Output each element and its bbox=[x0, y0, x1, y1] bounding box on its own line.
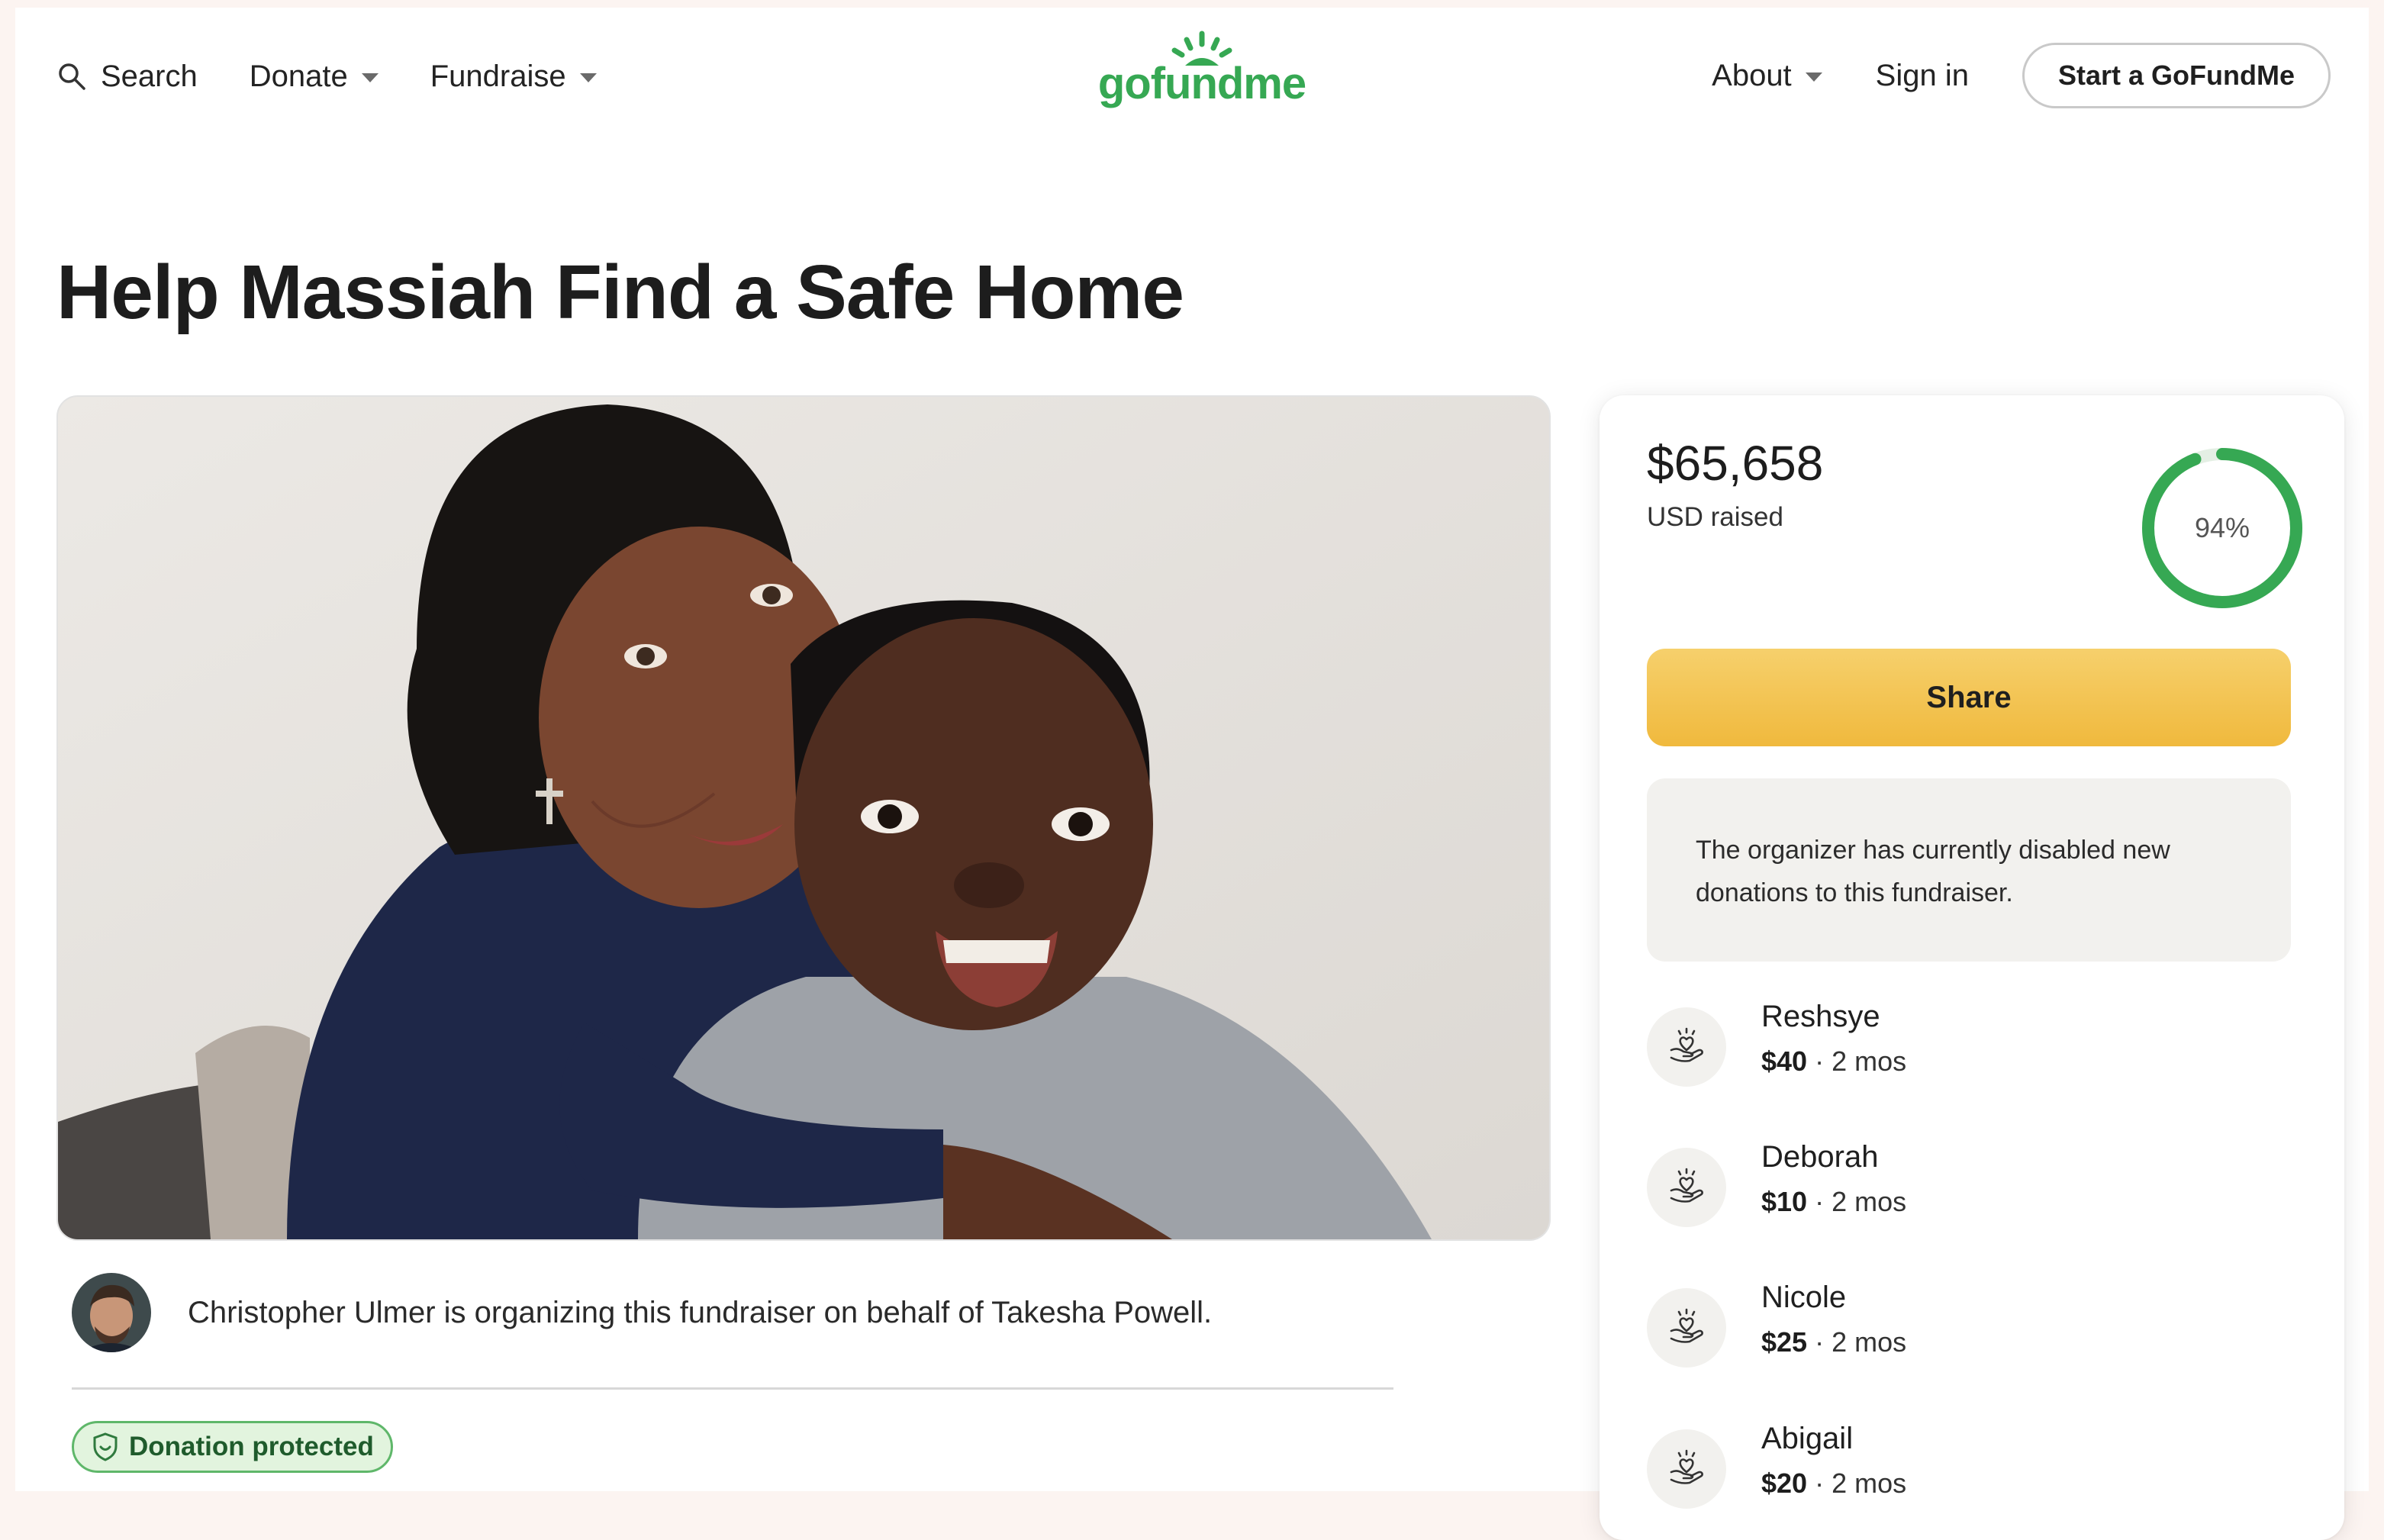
donate-label: Donate bbox=[249, 59, 348, 93]
progress-ring: 94% bbox=[2138, 444, 2306, 612]
about-menu[interactable]: About bbox=[1712, 59, 1822, 93]
donor-item: Deborah $10 · 2 mos bbox=[1647, 1140, 2291, 1239]
protected-label: Donation protected bbox=[129, 1432, 374, 1461]
donor-item: Abigail $20 · 2 mos bbox=[1647, 1422, 2291, 1521]
organizer-text: Christopher Ulmer is organizing this fun… bbox=[188, 1295, 1213, 1329]
donor-time: · 2 mos bbox=[1815, 1468, 1907, 1499]
primary-nav: Search Donate Fundraise bbox=[56, 49, 597, 104]
divider bbox=[72, 1387, 1393, 1390]
share-button[interactable]: Share bbox=[1647, 649, 2291, 746]
donor-item: Reshsye $40 · 2 mos bbox=[1647, 1000, 2291, 1099]
heart-hand-icon bbox=[1647, 1148, 1726, 1227]
start-gofundme-button[interactable]: Start a GoFundMe bbox=[2022, 43, 2331, 108]
chevron-down-icon bbox=[1805, 72, 1822, 82]
campaign-image bbox=[58, 397, 1549, 1239]
raised-amount: $65,658 bbox=[1647, 436, 1824, 491]
campaign-photo[interactable] bbox=[56, 395, 1551, 1241]
search-label: Search bbox=[101, 59, 198, 93]
secondary-nav: About Sign in Start a GoFundMe bbox=[1712, 35, 2331, 116]
donor-amount: $25 bbox=[1761, 1326, 1808, 1358]
donor-amount: $20 bbox=[1761, 1468, 1808, 1499]
donor-item: Nicole $25 · 2 mos bbox=[1647, 1281, 2291, 1380]
sign-in-label: Sign in bbox=[1875, 58, 1969, 92]
donor-meta: $20 · 2 mos bbox=[1761, 1468, 1906, 1500]
donations-disabled-notice: The organizer has currently disabled new… bbox=[1647, 778, 2291, 962]
donor-meta: $10 · 2 mos bbox=[1761, 1186, 1906, 1218]
donor-name: Deborah bbox=[1761, 1140, 1879, 1174]
about-label: About bbox=[1712, 58, 1792, 92]
donor-time: · 2 mos bbox=[1815, 1186, 1907, 1217]
chevron-down-icon bbox=[579, 73, 597, 82]
progress-percent: 94% bbox=[2194, 512, 2250, 543]
donation-card: $65,658 USD raised 94% Share The organiz… bbox=[1600, 395, 2344, 1540]
gofundme-logo[interactable]: gofundme bbox=[1087, 29, 1316, 113]
chevron-down-icon bbox=[361, 73, 379, 82]
page-title: Help Massiah Find a Safe Home bbox=[56, 250, 1184, 335]
donation-protected-badge[interactable]: Donation protected bbox=[72, 1421, 393, 1473]
page: Search Donate Fundraise gofundme About S… bbox=[15, 8, 2369, 1540]
organizer-info: Christopher Ulmer is organizing this fun… bbox=[72, 1273, 1212, 1352]
logo-text: gofundme bbox=[1097, 59, 1306, 108]
heart-hand-icon bbox=[1647, 1288, 1726, 1368]
donor-amount: $40 bbox=[1761, 1045, 1808, 1077]
raised-label: USD raised bbox=[1647, 502, 1783, 532]
donor-amount: $10 bbox=[1761, 1186, 1808, 1217]
shield-icon bbox=[93, 1432, 118, 1461]
donor-name: Nicole bbox=[1761, 1281, 1847, 1314]
donor-time: · 2 mos bbox=[1815, 1326, 1907, 1358]
donor-name: Abigail bbox=[1761, 1422, 1854, 1455]
fundraise-label: Fundraise bbox=[430, 59, 566, 93]
donate-menu[interactable]: Donate bbox=[250, 60, 379, 94]
heart-hand-icon bbox=[1647, 1429, 1726, 1509]
donor-name: Reshsye bbox=[1761, 1000, 1880, 1033]
sign-in-link[interactable]: Sign in bbox=[1876, 59, 1969, 93]
avatar[interactable] bbox=[72, 1273, 151, 1352]
search-icon bbox=[59, 63, 85, 90]
fundraise-menu[interactable]: Fundraise bbox=[430, 60, 597, 94]
search-button[interactable]: Search bbox=[56, 60, 198, 94]
donor-time: · 2 mos bbox=[1815, 1045, 1907, 1077]
donor-meta: $25 · 2 mos bbox=[1761, 1326, 1906, 1358]
donor-meta: $40 · 2 mos bbox=[1761, 1045, 1906, 1078]
heart-hand-icon bbox=[1647, 1007, 1726, 1087]
